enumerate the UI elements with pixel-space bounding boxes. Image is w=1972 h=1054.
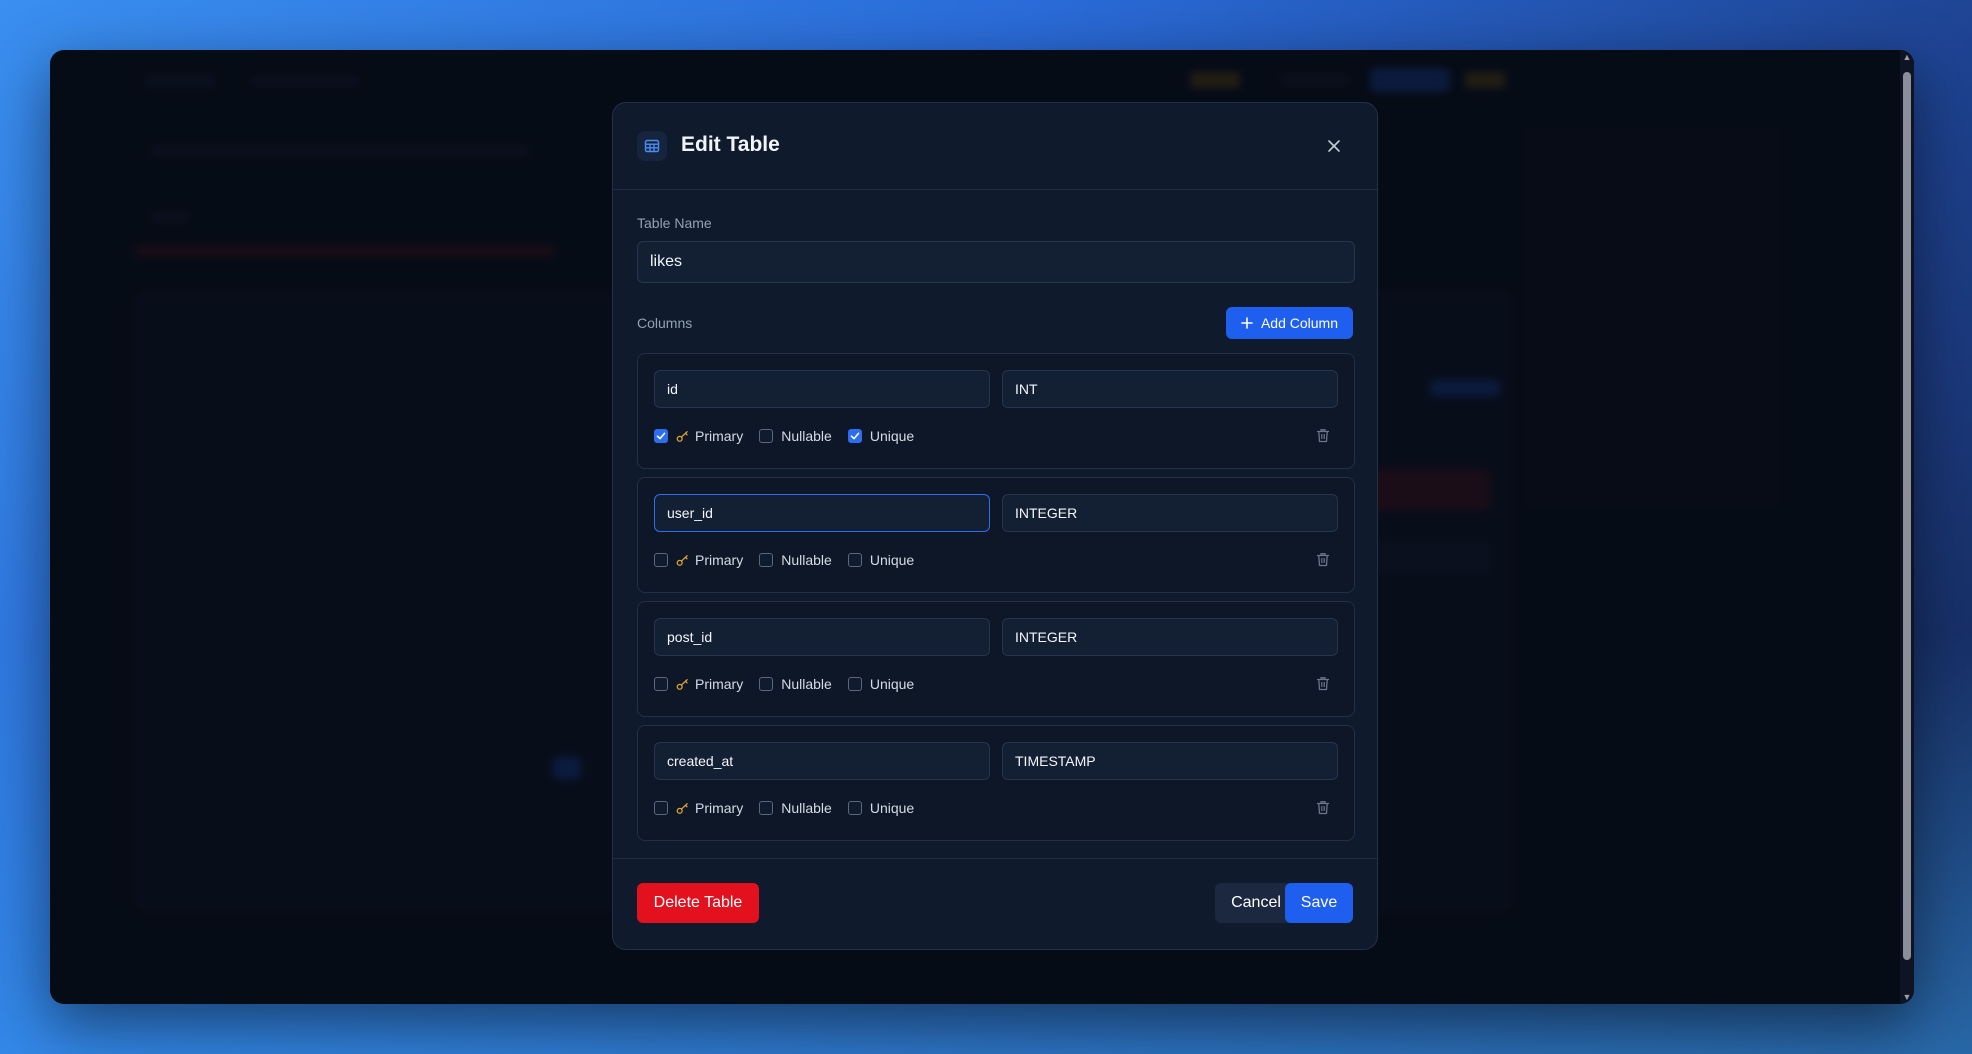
unique-checkbox[interactable] xyxy=(847,428,862,444)
trash-icon xyxy=(1316,428,1330,448)
primary-label: Primary xyxy=(695,676,744,692)
primary-checkbox[interactable] xyxy=(654,801,668,815)
primary-label: Primary xyxy=(695,552,744,568)
modal-header: Edit Table xyxy=(613,103,1377,190)
nullable-checkbox[interactable] xyxy=(759,677,774,691)
primary-checkbox[interactable] xyxy=(654,429,668,443)
columns-label: Columns xyxy=(637,315,693,331)
table-name-input[interactable] xyxy=(637,241,1355,283)
nullable-option[interactable]: Nullable xyxy=(759,800,832,816)
close-button[interactable] xyxy=(1321,133,1347,159)
trash-icon xyxy=(1316,552,1330,572)
key-icon xyxy=(676,554,689,567)
scrollbar-thumb[interactable] xyxy=(1903,72,1911,960)
delete-column-button[interactable] xyxy=(1316,428,1330,448)
column-type-input[interactable] xyxy=(1002,494,1338,532)
column-options: Primary Nullable Unique xyxy=(654,798,930,818)
column-name-input[interactable] xyxy=(654,618,990,656)
nullable-label: Nullable xyxy=(781,800,832,816)
checkmark-icon xyxy=(656,428,666,444)
table-name-label: Table Name xyxy=(637,215,712,231)
delete-column-button[interactable] xyxy=(1316,676,1330,696)
delete-column-button[interactable] xyxy=(1316,552,1330,572)
nullable-checkbox[interactable] xyxy=(759,429,774,443)
primary-option[interactable]: Primary xyxy=(654,800,743,816)
add-column-button[interactable]: Add Column xyxy=(1226,307,1353,339)
column-type-input[interactable] xyxy=(1002,742,1338,780)
modal-title: Edit Table xyxy=(681,133,780,156)
primary-checkbox[interactable] xyxy=(654,677,668,691)
modal-footer: Delete Table Cancel Save xyxy=(613,858,1377,949)
primary-option[interactable]: Primary xyxy=(654,428,743,444)
primary-label: Primary xyxy=(695,428,744,444)
nullable-option[interactable]: Nullable xyxy=(759,676,832,692)
nullable-label: Nullable xyxy=(781,676,832,692)
nullable-option[interactable]: Nullable xyxy=(759,552,832,568)
column-row: Primary Nullable Unique xyxy=(637,725,1355,841)
unique-option[interactable]: Unique xyxy=(847,552,915,568)
unique-option[interactable]: Unique xyxy=(847,800,915,816)
delete-column-button[interactable] xyxy=(1316,800,1330,820)
save-button[interactable]: Save xyxy=(1285,883,1353,923)
primary-option[interactable]: Primary xyxy=(654,552,743,568)
unique-checkbox[interactable] xyxy=(847,801,862,815)
column-row: Primary Nullable Unique xyxy=(637,601,1355,717)
nullable-label: Nullable xyxy=(781,552,832,568)
column-row: Primary Nullable Unique xyxy=(637,353,1355,469)
unique-option[interactable]: Unique xyxy=(847,428,915,444)
primary-label: Primary xyxy=(695,800,744,816)
delete-table-button[interactable]: Delete Table xyxy=(637,883,759,923)
unique-label: Unique xyxy=(869,428,915,444)
trash-icon xyxy=(1316,800,1330,820)
plus-icon xyxy=(1241,317,1253,329)
column-options: Primary Nullable Unique xyxy=(654,674,930,694)
nullable-label: Nullable xyxy=(781,428,832,444)
close-icon xyxy=(1328,140,1340,152)
key-icon xyxy=(676,802,689,815)
key-icon xyxy=(676,678,689,691)
app-window: ▲ ▼ Edit Table Table Name likes Columns … xyxy=(50,50,1914,1004)
table-icon xyxy=(637,131,667,161)
nullable-checkbox[interactable] xyxy=(759,553,774,567)
unique-label: Unique xyxy=(869,552,915,568)
nullable-option[interactable]: Nullable xyxy=(759,428,832,444)
column-options: Primary Nullable Unique xyxy=(654,426,930,446)
unique-label: Unique xyxy=(869,800,915,816)
unique-label: Unique xyxy=(869,676,915,692)
scrollbar[interactable]: ▲ ▼ xyxy=(1900,50,1914,1004)
column-type-input[interactable] xyxy=(1002,618,1338,656)
column-row: Primary Nullable Unique xyxy=(637,477,1355,593)
unique-option[interactable]: Unique xyxy=(847,676,915,692)
nullable-checkbox[interactable] xyxy=(759,801,774,815)
column-name-input[interactable] xyxy=(654,742,990,780)
column-name-input[interactable] xyxy=(654,494,990,532)
add-column-label: Add Column xyxy=(1260,315,1339,331)
column-name-input[interactable] xyxy=(654,370,990,408)
unique-checkbox[interactable] xyxy=(847,677,862,691)
primary-checkbox[interactable] xyxy=(654,553,668,567)
unique-checkbox[interactable] xyxy=(847,553,862,567)
primary-option[interactable]: Primary xyxy=(654,676,743,692)
trash-icon xyxy=(1316,676,1330,696)
edit-table-modal: Edit Table Table Name Columns Add Column… xyxy=(612,102,1378,950)
column-options: Primary Nullable Unique xyxy=(654,550,930,570)
checkmark-icon xyxy=(850,428,860,444)
column-type-input[interactable] xyxy=(1002,370,1338,408)
key-icon xyxy=(676,430,689,443)
